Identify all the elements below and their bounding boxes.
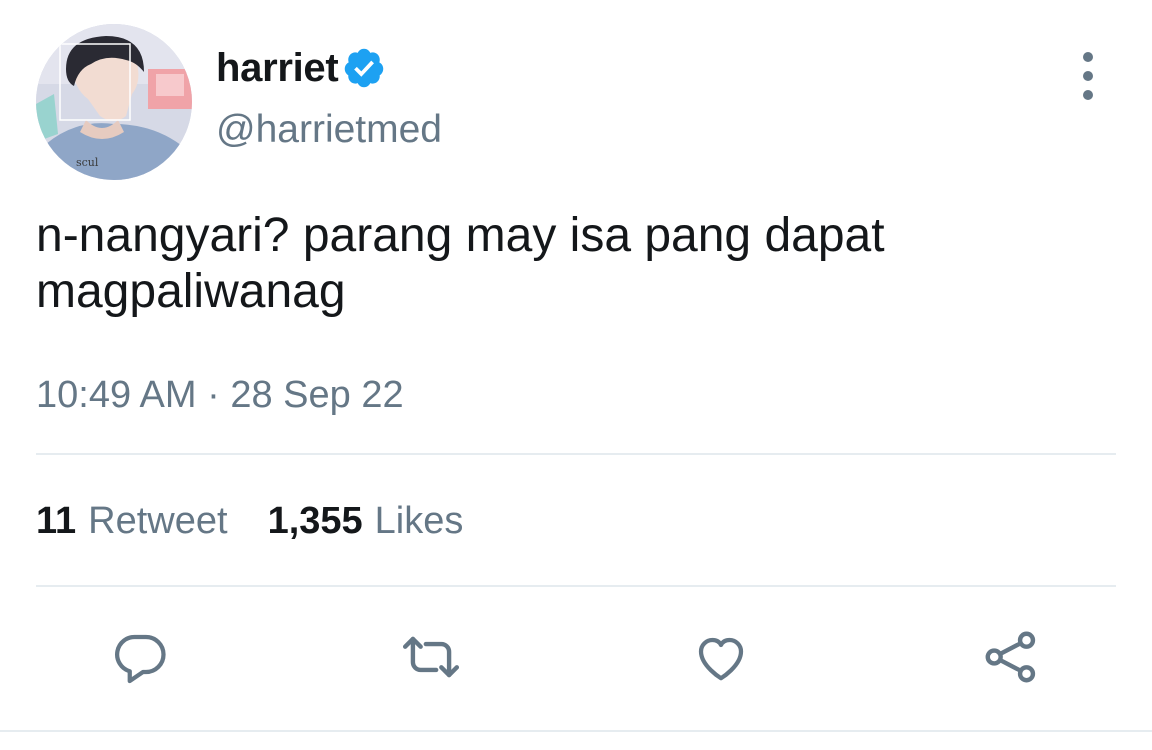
likes-label: Likes [374,500,464,542]
more-dot [1083,90,1093,100]
divider [36,585,1116,587]
more-options-icon[interactable] [1070,52,1106,100]
verified-badge-icon [342,46,386,90]
tweet-timestamp[interactable]: 10:49 AM · 28 Sep 22 [36,374,404,417]
svg-text:scul: scul [76,156,99,169]
more-dot [1083,52,1093,62]
tweet-detail: scul harriet @harrietmed n-nangyari? par… [0,0,1152,750]
retweet-button[interactable] [396,622,466,692]
author-name-row[interactable]: harriet [216,42,386,94]
share-icon [985,631,1036,683]
avatar-image: scul [36,24,192,180]
heart-icon [698,637,744,681]
likes-stat[interactable]: 1,355 Likes [268,500,464,543]
divider [0,730,1152,732]
retweets-label: Retweet [88,500,228,542]
tweet-stats: 11 Retweet 1,355 Likes [36,500,463,543]
retweets-stat[interactable]: 11 Retweet [36,500,228,543]
retweets-count: 11 [36,500,77,542]
likes-count: 1,355 [267,500,363,542]
tweet-text: n-nangyari? parang may isa pang dapat ma… [36,209,885,318]
reply-button[interactable] [106,622,176,692]
display-name[interactable]: harriet [216,46,339,91]
author-handle[interactable]: @harrietmed [216,108,442,152]
share-button[interactable] [976,622,1046,692]
reply-bubble-icon [115,634,166,684]
more-dot [1083,71,1093,81]
divider [36,453,1116,455]
retweet-icon [402,636,460,678]
like-button[interactable] [686,622,756,692]
avatar[interactable]: scul [36,24,192,180]
